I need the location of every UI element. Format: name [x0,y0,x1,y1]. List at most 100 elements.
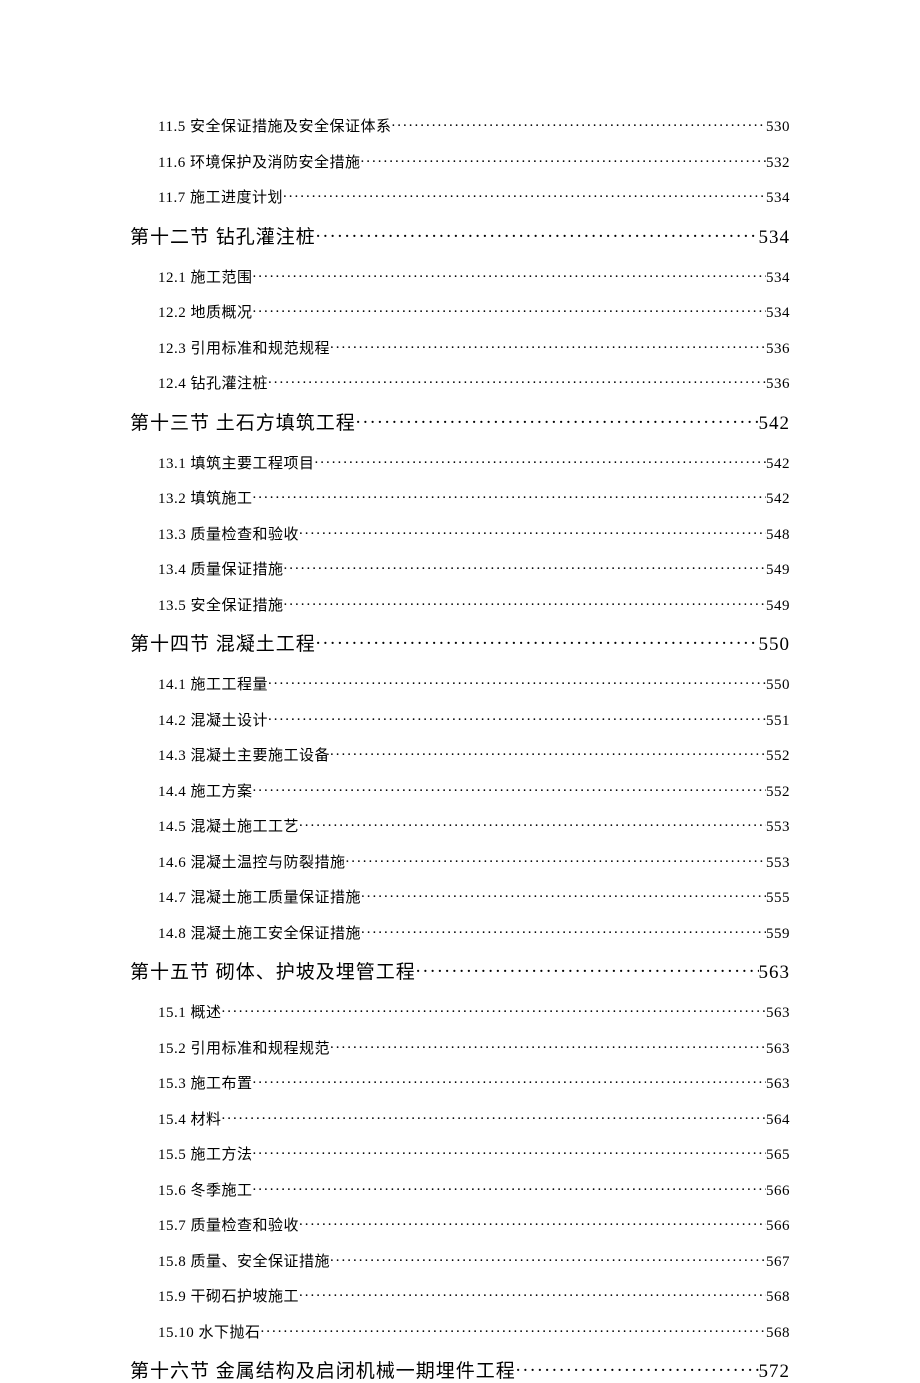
toc-sub-entry[interactable]: 12.3 引用标准和规范规程 536 [158,337,790,358]
toc-sub-entry[interactable]: 15.2 引用标准和规程规范563 [158,1037,790,1058]
toc-entry-label: 第十二节 钻孔灌注桩 [130,222,316,249]
toc-entry-label: 14.2 混凝土设计 [158,709,268,730]
toc-entry-page: 549 [766,562,790,579]
toc-entry-label: 15.8 质量、安全保证措施 [158,1250,330,1271]
toc-leader-dots [268,674,766,689]
toc-entry-label: 15.1 概述 [158,1001,222,1022]
toc-entry-page: 568 [766,1289,790,1306]
toc-entry-page: 559 [766,926,790,943]
toc-sub-entry[interactable]: 14.1 施工工程量 550 [158,673,790,694]
toc-entry-page: 532 [766,155,790,172]
toc-entry-page: 549 [766,598,790,615]
toc-entry-label: 14.8 混凝土施工安全保证措施 [158,922,361,943]
toc-entry-page: 552 [766,784,790,801]
toc-sub-entry[interactable]: 14.3 混凝土主要施工设备 552 [158,744,790,765]
toc-entry-page: 534 [766,270,790,287]
toc-entry-page: 551 [766,713,790,730]
toc-entry-label: 13.3 质量检查和验收 [158,523,299,544]
toc-sub-entry[interactable]: 15.5 施工方法565 [158,1143,790,1164]
toc-leader-dots [315,453,766,468]
toc-entry-label: 13.5 安全保证措施 [158,594,284,615]
toc-entry-page: 542 [766,491,790,508]
toc-sub-entry[interactable]: 15.10 水下抛石568 [158,1321,790,1342]
toc-leader-dots [330,338,766,353]
toc-sub-entry[interactable]: 14.7 混凝土施工质量保证措施555 [158,886,790,907]
toc-sub-entry[interactable]: 15.9 干砌石护坡施工568 [158,1285,790,1306]
toc-entry-label: 11.6 环境保护及消防安全措施 [158,151,360,172]
toc-sub-entry[interactable]: 13.3 质量检查和验收548 [158,523,790,544]
toc-leader-dots [316,224,759,243]
toc-entry-page: 550 [766,677,790,694]
toc-sub-entry[interactable]: 13.1 填筑主要工程项目542 [158,452,790,473]
toc-sub-entry[interactable]: 14.2 混凝土设计 551 [158,709,790,730]
toc-leader-dots [330,745,766,760]
toc-sub-entry[interactable]: 15.7 质量检查和验收 566 [158,1214,790,1235]
toc-section-entry[interactable]: 第十五节 砌体、护坡及埋管工程563 [130,957,790,984]
toc-entry-label: 15.4 材料 [158,1108,222,1129]
toc-entry-page: 553 [766,819,790,836]
toc-sub-entry[interactable]: 12.1 施工范围534 [158,266,790,287]
toc-entry-page: 567 [766,1254,790,1271]
toc-sub-entry[interactable]: 13.5 安全保证措施 549 [158,594,790,615]
toc-entry-label: 第十五节 砌体、护坡及埋管工程 [130,957,416,984]
toc-leader-dots [361,887,766,902]
toc-entry-page: 534 [766,305,790,322]
toc-leader-dots [299,816,766,831]
toc-entry-label: 12.4 钻孔灌注桩 [158,372,268,393]
toc-entry-label: 第十六节 金属结构及启闭机械一期埋件工程 [130,1356,516,1383]
toc-entry-page: 563 [766,1005,790,1022]
toc-entry-page: 536 [766,376,790,393]
toc-leader-dots [416,959,759,978]
toc-entry-label: 14.3 混凝土主要施工设备 [158,744,330,765]
toc-sub-entry[interactable]: 11.5 安全保证措施及安全保证体系530 [158,115,790,136]
toc-entry-label: 14.4 施工方案 [158,780,253,801]
toc-section-entry[interactable]: 第十三节 土石方填筑工程542 [130,408,790,435]
toc-sub-entry[interactable]: 14.8 混凝土施工安全保证措施 559 [158,922,790,943]
toc-leader-dots [360,152,766,167]
toc-sub-entry[interactable]: 15.6 冬季施工 566 [158,1179,790,1200]
toc-section-entry[interactable]: 第十二节 钻孔灌注桩534 [130,222,790,249]
toc-sub-entry[interactable]: 14.4 施工方案 552 [158,780,790,801]
toc-leader-dots [253,1180,766,1195]
toc-entry-page: 563 [766,1076,790,1093]
toc-entry-label: 15.3 施工布置 [158,1072,253,1093]
toc-leader-dots [253,488,766,503]
toc-sub-entry[interactable]: 14.6 混凝土温控与防裂措施553 [158,851,790,872]
toc-entry-label: 14.1 施工工程量 [158,673,268,694]
toc-entry-page: 564 [766,1112,790,1129]
toc-entry-label: 13.2 填筑施工 [158,487,253,508]
toc-entry-label: 12.2 地质概况 [158,301,253,322]
toc-leader-dots [268,710,766,725]
toc-leader-dots [253,267,766,282]
toc-leader-dots [516,1358,759,1377]
toc-sub-entry[interactable]: 15.1 概述 563 [158,1001,790,1022]
toc-sub-entry[interactable]: 15.8 质量、安全保证措施 567 [158,1250,790,1271]
toc-leader-dots [283,187,766,202]
toc-sub-entry[interactable]: 13.2 填筑施工 542 [158,487,790,508]
toc-entry-page: 566 [766,1218,790,1235]
toc-section-entry[interactable]: 第十四节 混凝土工程550 [130,629,790,656]
toc-sub-entry[interactable]: 13.4 质量保证措施549 [158,558,790,579]
toc-sub-entry[interactable]: 11.7 施工进度计划534 [158,186,790,207]
toc-entry-page: 536 [766,341,790,358]
toc-section-entry[interactable]: 第十六节 金属结构及启闭机械一期埋件工程572 [130,1356,790,1383]
toc-page: 11.5 安全保证措施及安全保证体系530 11.6 环境保护及消防安全措施 532… [0,0,920,1302]
toc-entry-page: 552 [766,748,790,765]
toc-entry-label: 12.3 引用标准和规范规程 [158,337,330,358]
toc-sub-entry[interactable]: 15.4 材料 564 [158,1108,790,1129]
toc-entry-label: 13.1 填筑主要工程项目 [158,452,315,473]
toc-entry-page: 563 [766,1041,790,1058]
toc-entry-label: 15.6 冬季施工 [158,1179,253,1200]
toc-entry-label: 15.7 质量检查和验收 [158,1214,299,1235]
toc-leader-dots [253,302,766,317]
toc-sub-entry[interactable]: 12.4 钻孔灌注桩 536 [158,372,790,393]
toc-sub-entry[interactable]: 15.3 施工布置 563 [158,1072,790,1093]
toc-leader-dots [253,1073,766,1088]
toc-sub-entry[interactable]: 11.6 环境保护及消防安全措施 532 [158,151,790,172]
toc-entry-page: 566 [766,1183,790,1200]
toc-entry-label: 第十四节 混凝土工程 [130,629,316,656]
toc-entry-page: 555 [766,890,790,907]
toc-leader-dots [253,1144,766,1159]
toc-sub-entry[interactable]: 14.5 混凝土施工工艺553 [158,815,790,836]
toc-sub-entry[interactable]: 12.2 地质概况 534 [158,301,790,322]
